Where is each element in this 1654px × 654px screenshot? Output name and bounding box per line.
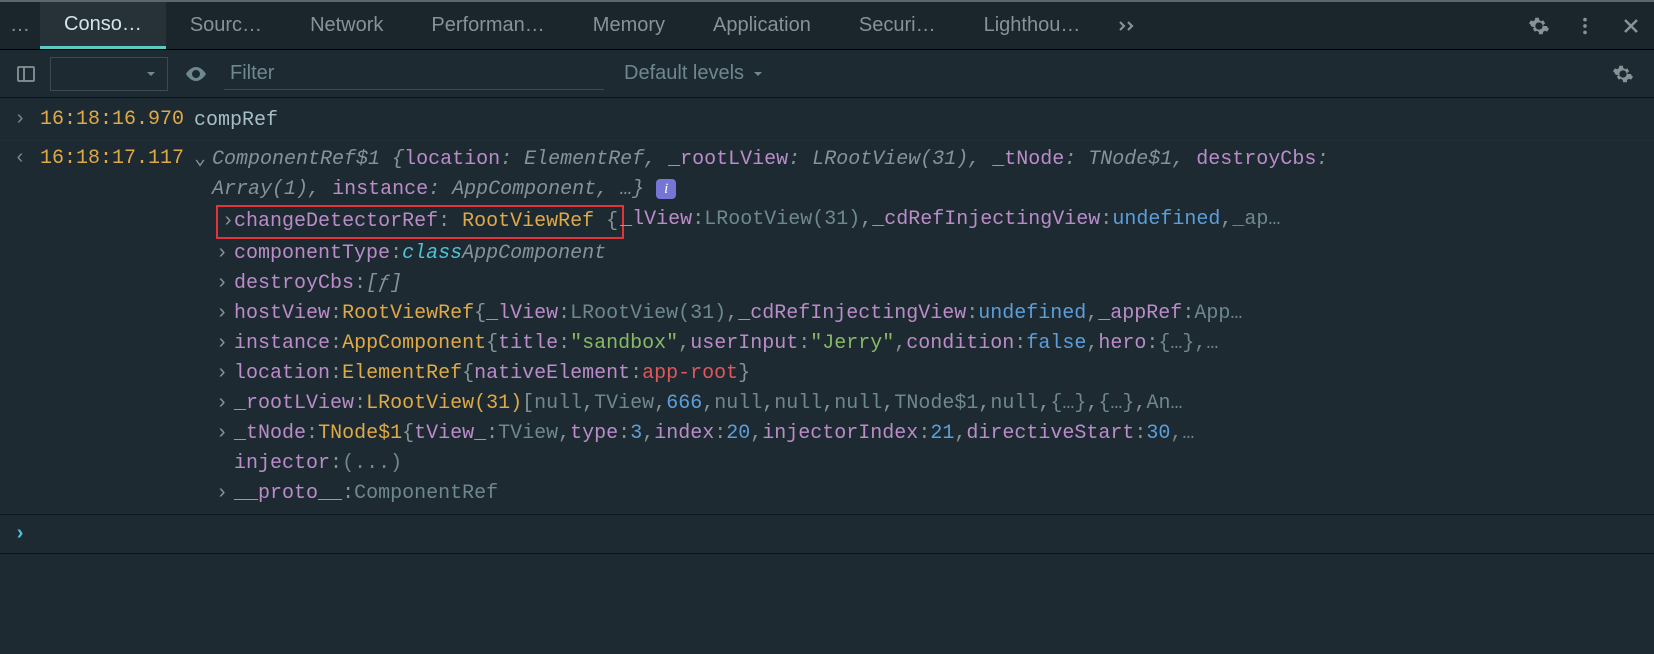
chevron-right-icon[interactable]: › xyxy=(222,210,234,233)
object-property[interactable]: ›componentType: class AppComponent xyxy=(216,239,1654,269)
chevron-right-icon[interactable]: › xyxy=(216,389,234,419)
chevron-right-icon[interactable]: › xyxy=(216,419,234,449)
log-levels-selector[interactable]: Default levels xyxy=(610,62,778,85)
gear-icon[interactable] xyxy=(1516,2,1562,49)
execution-context-selector[interactable] xyxy=(50,57,168,91)
console-prompt[interactable]: › xyxy=(0,514,1654,554)
console-log-row[interactable]: › 16:18:16.970 compRef xyxy=(0,102,1654,141)
log-output-icon: ‹ xyxy=(14,145,40,173)
log-object: ⌄ComponentRef$1 {location: ElementRef, _… xyxy=(194,145,1654,509)
console-settings-gear-icon[interactable] xyxy=(1600,50,1646,97)
close-icon[interactable] xyxy=(1608,2,1654,49)
tab-memory[interactable]: Memory xyxy=(569,2,689,49)
tab-network[interactable]: Network xyxy=(286,2,407,49)
tab-security[interactable]: Securi… xyxy=(835,2,960,49)
tab-lighthouse[interactable]: Lighthou… xyxy=(960,2,1105,49)
kebab-icon[interactable] xyxy=(1562,2,1608,49)
tab-console[interactable]: Conso… xyxy=(40,2,166,49)
expand-caret-icon[interactable]: › xyxy=(14,106,40,134)
log-timestamp: 16:18:17.117 xyxy=(40,145,194,173)
console-sidebar-toggle-icon[interactable] xyxy=(8,50,44,97)
chevron-right-icon[interactable]: › xyxy=(216,479,234,509)
chevron-right-icon[interactable]: › xyxy=(216,299,234,329)
chevron-right-icon[interactable]: › xyxy=(216,239,234,269)
filter-input[interactable] xyxy=(224,58,604,90)
log-levels-label: Default levels xyxy=(624,62,744,85)
tab-application[interactable]: Application xyxy=(689,2,835,49)
tab-performance[interactable]: Performan… xyxy=(407,2,568,49)
object-property[interactable]: ›destroyCbs: [ƒ] xyxy=(216,269,1654,299)
chevron-right-icon[interactable]: › xyxy=(216,269,234,299)
console-filterbar: Default levels xyxy=(0,50,1654,98)
prompt-caret-icon: › xyxy=(14,523,26,546)
object-property[interactable]: ›location: ElementRef {nativeElement: ap… xyxy=(216,359,1654,389)
object-property[interactable]: ›changeDetectorRef: RootViewRef {_lView:… xyxy=(216,205,1654,239)
object-property[interactable]: ›__proto__: ComponentRef xyxy=(216,479,1654,509)
object-property[interactable]: ›hostView: RootViewRef {_lView: LRootVie… xyxy=(216,299,1654,329)
tab-sources[interactable]: Sourc… xyxy=(166,2,286,49)
chevron-down-icon[interactable]: ⌄ xyxy=(194,145,212,175)
log-timestamp: 16:18:16.970 xyxy=(40,106,194,134)
object-property[interactable]: ›_tNode: TNode$1 {tView_: TView, type: 3… xyxy=(216,419,1654,449)
log-message: compRef xyxy=(194,106,1654,136)
tab-overflow-icon[interactable] xyxy=(1104,2,1150,49)
object-property[interactable]: ›instance: AppComponent {title: "sandbox… xyxy=(216,329,1654,359)
live-expression-icon[interactable] xyxy=(174,57,218,91)
info-icon[interactable]: i xyxy=(656,179,676,199)
chevron-right-icon[interactable]: › xyxy=(216,329,234,359)
console-log-row[interactable]: ‹ 16:18:17.117 ⌄ComponentRef$1 {location… xyxy=(0,141,1654,514)
chevron-right-icon[interactable]: › xyxy=(216,359,234,389)
console-body: › 16:18:16.970 compRef ‹ 16:18:17.117 ⌄C… xyxy=(0,98,1654,554)
object-property[interactable]: ›injector: (...) xyxy=(216,449,1654,479)
tab-overflow-left[interactable]: … xyxy=(0,2,40,49)
object-property[interactable]: ›_rootLView: LRootView(31) [null, TView,… xyxy=(216,389,1654,419)
devtools-tabbar: … Conso… Sourc… Network Performan… Memor… xyxy=(0,0,1654,50)
